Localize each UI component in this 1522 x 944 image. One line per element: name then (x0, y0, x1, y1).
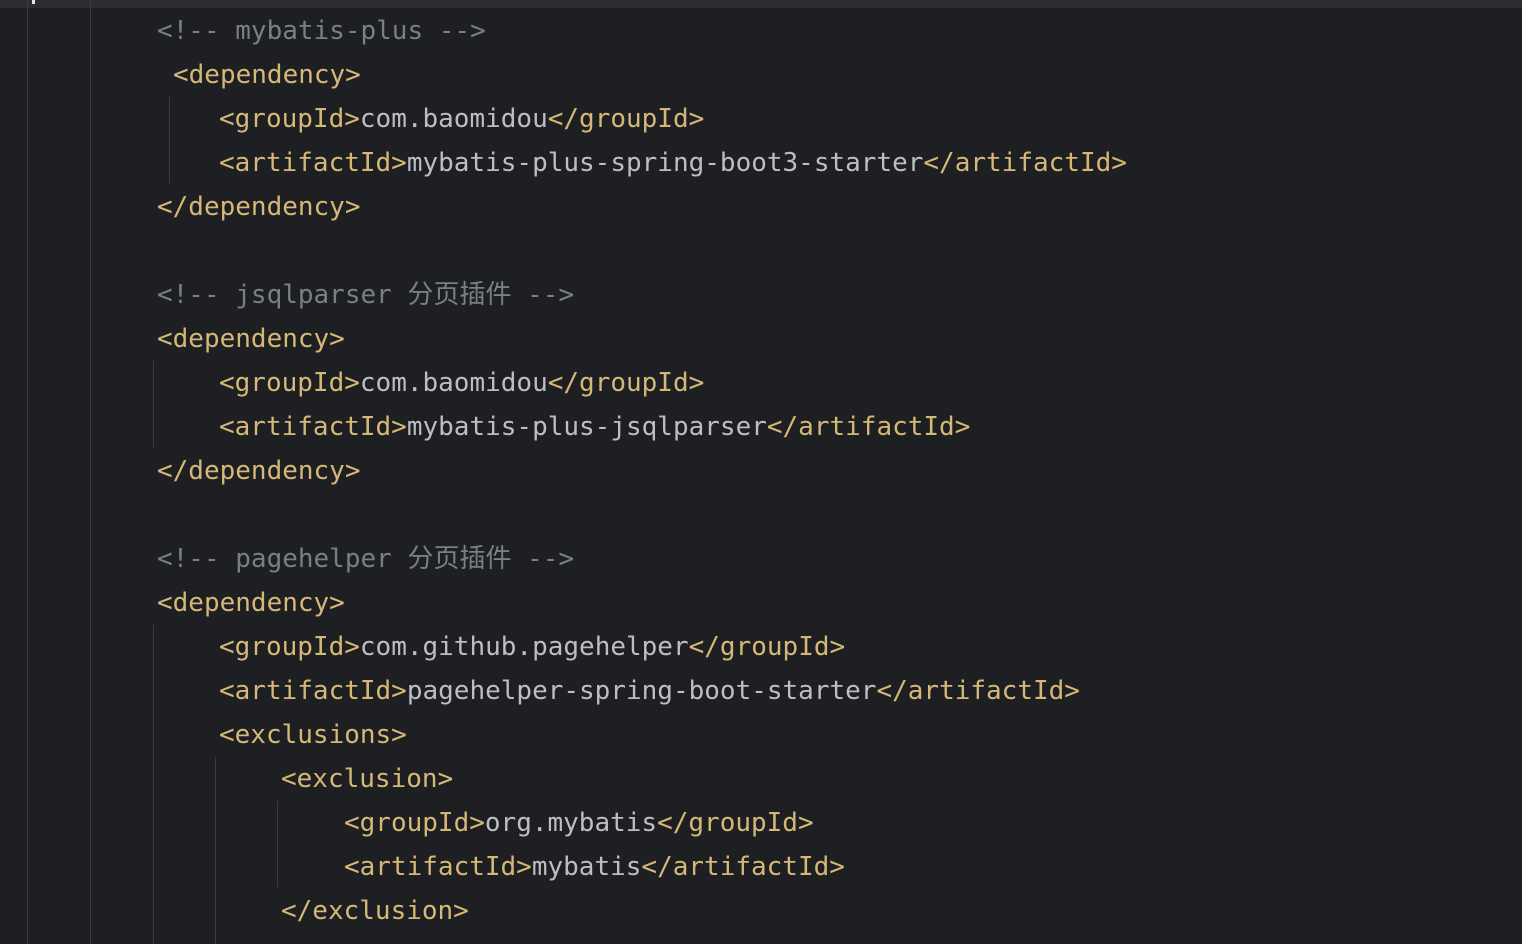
xml-tag: </groupId> (547, 104, 705, 134)
xml-tag: </artifactId> (876, 676, 1080, 706)
code-line[interactable]: <artifactId>mybatis-plus-jsqlparser</art… (219, 405, 970, 449)
code-line[interactable]: </dependency> (157, 185, 361, 229)
xml-tag: <artifactId> (344, 852, 532, 882)
xml-tag: <groupId> (219, 368, 360, 398)
code-line[interactable]: <!-- pagehelper 分页插件 --> (157, 537, 574, 581)
xml-tag: </groupId> (657, 808, 814, 838)
code-line[interactable]: <exclusion> (281, 757, 453, 801)
xml-tag: <groupId> (219, 632, 360, 662)
indent-guide (169, 97, 170, 183)
code-line[interactable]: <artifactId>mybatis</artifactId> (344, 845, 845, 889)
xml-comment: <!-- jsqlparser 分页插件 --> (157, 280, 575, 310)
code-line[interactable]: <groupId>com.github.pagehelper</groupId> (219, 625, 845, 669)
xml-tag: <artifactId> (219, 412, 407, 442)
xml-tag: <dependency> (157, 588, 345, 618)
indent-guide (27, 0, 28, 944)
xml-text: mybatis-plus-jsqlparser (406, 412, 767, 442)
code-line[interactable]: <dependency> (157, 317, 345, 361)
xml-comment: <!-- mybatis-plus --> (157, 16, 486, 46)
xml-tag: </exclusion> (281, 896, 469, 926)
xml-comment: <!-- pagehelper 分页插件 --> (157, 544, 575, 574)
code-line[interactable]: <groupId>com.baomidou</groupId> (219, 97, 704, 141)
code-line[interactable]: <!-- jsqlparser 分页插件 --> (157, 273, 574, 317)
code-line[interactable]: <groupId>com.baomidou</groupId> (219, 361, 704, 405)
xml-text: mybatis-plus-spring-boot3-starter (406, 148, 924, 178)
xml-tag: </artifactId> (641, 852, 845, 882)
xml-text: pagehelper-spring-boot-starter (406, 676, 877, 706)
code-line[interactable]: </dependency> (157, 449, 361, 493)
xml-text: org.mybatis (484, 808, 658, 838)
code-line[interactable]: <exclusions> (219, 713, 407, 757)
xml-tag: </artifactId> (766, 412, 971, 442)
code-line[interactable]: <!-- mybatis-plus --> (157, 9, 486, 53)
xml-tag: <groupId> (344, 808, 485, 838)
xml-text: com.baomidou (359, 368, 548, 398)
indent-guide (215, 757, 216, 944)
xml-tag: <exclusion> (281, 764, 454, 794)
code-line[interactable]: <groupId>org.mybatis</groupId> (344, 801, 814, 845)
code-editor[interactable]: <!-- mybatis-plus --> <dependency> <grou… (0, 0, 1522, 944)
xml-tag: </groupId> (547, 368, 705, 398)
xml-tag: </groupId> (688, 632, 846, 662)
xml-tag: <dependency> (157, 324, 345, 354)
xml-tag: <dependency> (173, 60, 361, 90)
xml-tag: </dependency> (157, 192, 361, 222)
indent-guide (153, 361, 154, 447)
xml-tag: <groupId> (219, 104, 360, 134)
xml-text: com.baomidou (359, 104, 548, 134)
indent-guide (90, 0, 91, 944)
xml-tag: <exclusions> (219, 720, 407, 750)
code-line[interactable]: <dependency> (173, 53, 361, 97)
indent-guide (277, 801, 278, 887)
xml-text: com.github.pagehelper (359, 632, 689, 662)
code-line[interactable]: </exclusion> (281, 889, 469, 933)
xml-tag: </dependency> (157, 456, 361, 486)
code-line[interactable]: <dependency> (157, 581, 345, 625)
xml-tag: <artifactId> (219, 676, 407, 706)
editor-top-strip (0, 0, 1522, 8)
code-line[interactable]: <artifactId>pagehelper-spring-boot-start… (219, 669, 1080, 713)
xml-text: mybatis (531, 852, 642, 882)
code-line[interactable]: <artifactId>mybatis-plus-spring-boot3-st… (219, 141, 1127, 185)
xml-tag: </artifactId> (923, 148, 1127, 178)
xml-tag: <artifactId> (219, 148, 407, 178)
text-caret (32, 0, 35, 4)
indent-guide (153, 625, 154, 944)
